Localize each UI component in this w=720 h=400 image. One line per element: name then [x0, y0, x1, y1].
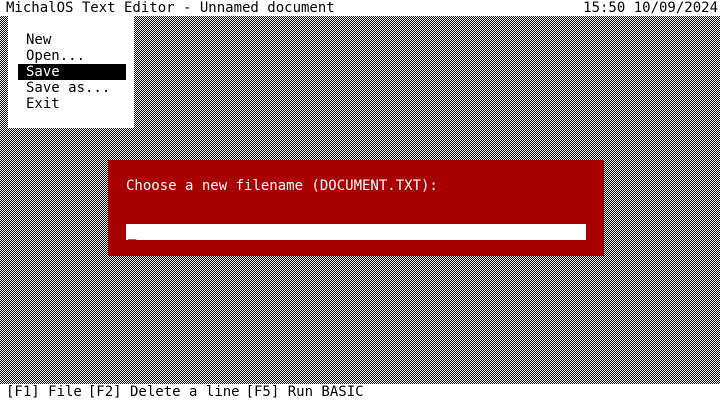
- filename-input[interactable]: _: [126, 224, 586, 240]
- hint-delete-line[interactable]: [F2] Delete a line: [88, 384, 240, 400]
- menu-item-exit[interactable]: Exit: [8, 96, 134, 112]
- menu-item-new[interactable]: New: [8, 32, 134, 48]
- dialog-prompt: Choose a new filename (DOCUMENT.TXT):: [126, 178, 438, 194]
- window-title: MichalOS Text Editor - Unnamed document: [6, 0, 335, 16]
- menu-item-open[interactable]: Open...: [8, 48, 134, 64]
- hint-file[interactable]: [F1] File: [0, 384, 82, 400]
- clock: 15:50 10/09/2024: [583, 0, 718, 16]
- menu-item-save[interactable]: Save: [18, 64, 126, 80]
- text-cursor: _: [128, 224, 137, 240]
- status-bar: [F1] File [F2] Delete a line [F5] Run BASI…: [0, 384, 720, 400]
- menu-item-save-as[interactable]: Save as...: [8, 80, 134, 96]
- title-bar: MichalOS Text Editor - Unnamed document …: [0, 0, 720, 16]
- hint-run-basic[interactable]: [F5] Run BASIC: [246, 384, 364, 400]
- file-menu: New Open... Save Save as... Exit: [8, 16, 134, 128]
- filename-dialog: Choose a new filename (DOCUMENT.TXT): _: [108, 160, 604, 256]
